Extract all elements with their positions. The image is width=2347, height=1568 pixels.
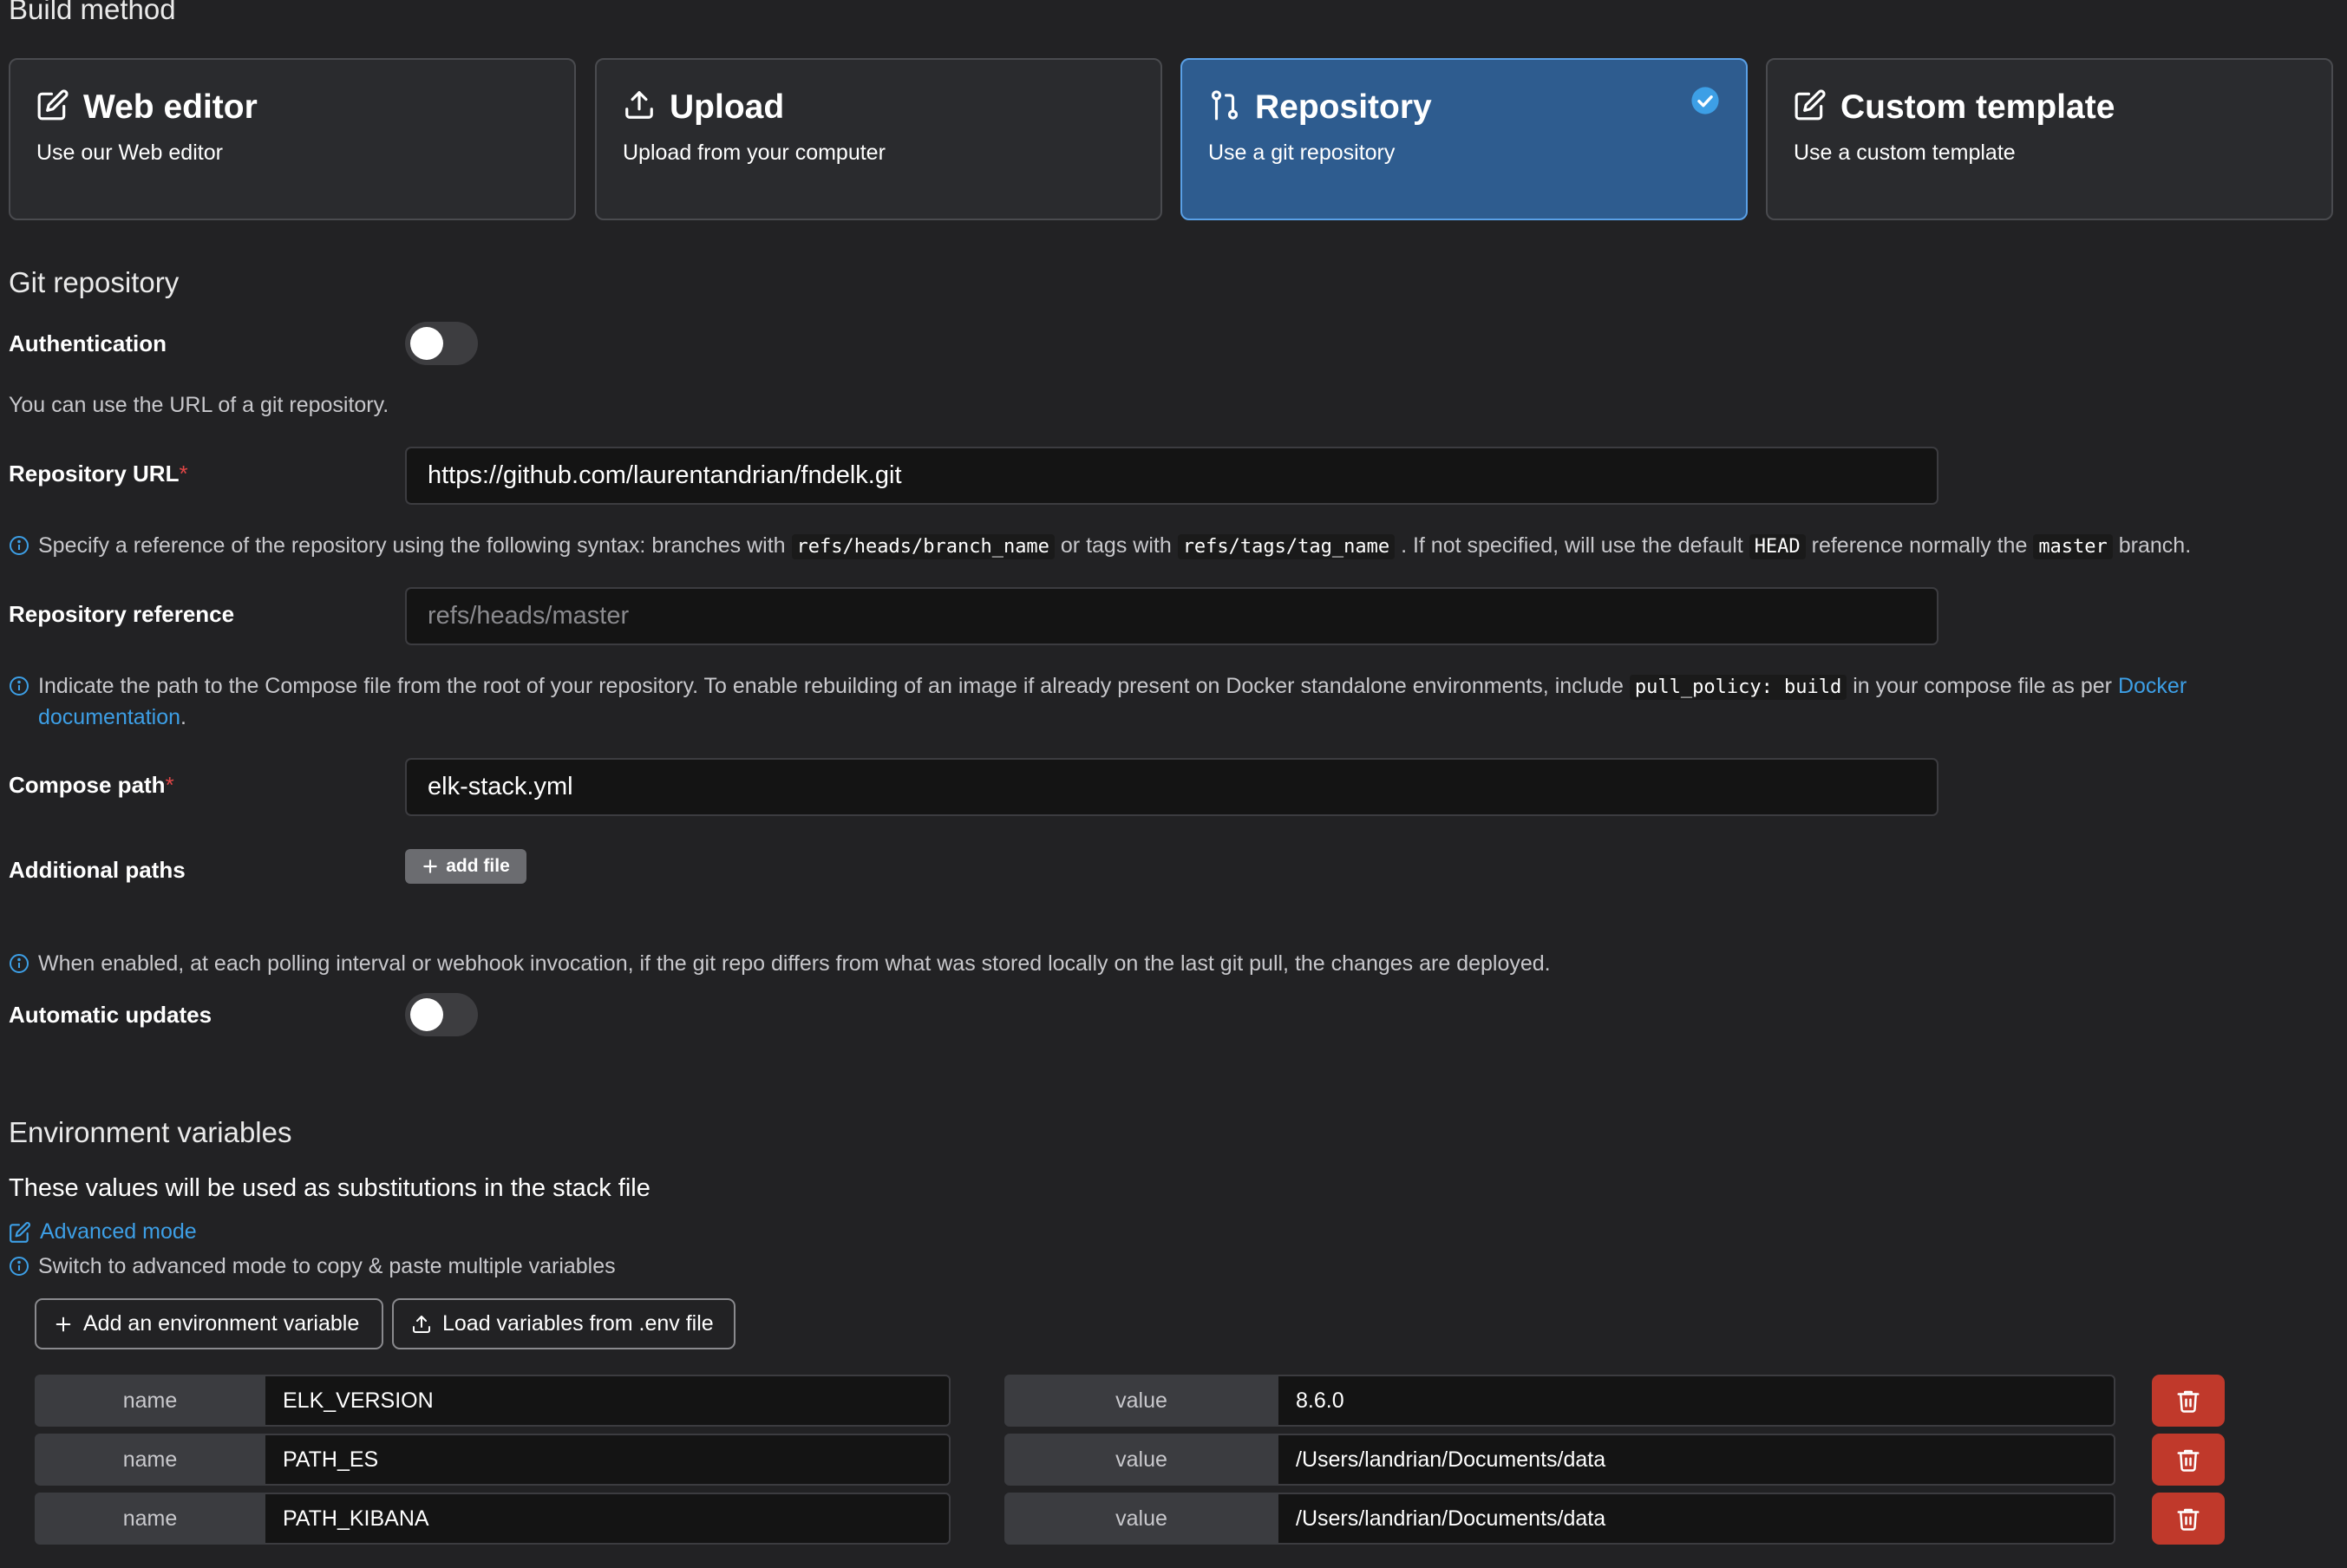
card-title: Custom template bbox=[1840, 88, 2115, 126]
env-name-input[interactable]: ELK_VERSION bbox=[265, 1375, 951, 1427]
advanced-mode-label: Advanced mode bbox=[40, 1219, 197, 1244]
plus-icon bbox=[56, 1316, 71, 1331]
env-value-input[interactable]: /Users/landrian/Documents/data bbox=[1278, 1434, 2115, 1486]
env-value-input[interactable]: 8.6.0 bbox=[1278, 1375, 2115, 1427]
env-value-input[interactable]: /Users/landrian/Documents/data bbox=[1278, 1493, 2115, 1545]
load-env-file-button[interactable]: Load variables from .env file bbox=[392, 1298, 735, 1349]
info-icon bbox=[10, 536, 29, 555]
card-description: Use a custom template bbox=[1794, 140, 2016, 165]
build-method-upload[interactable]: Upload Upload from your computer bbox=[595, 58, 1162, 220]
repository-url-hint: You can use the URL of a git repository. bbox=[9, 393, 389, 417]
additional-paths-label: Additional paths bbox=[9, 857, 186, 883]
env-value-label: value bbox=[1004, 1375, 1278, 1427]
add-environment-variable-button[interactable]: Add an environment variable bbox=[35, 1298, 383, 1349]
required-marker: * bbox=[165, 772, 174, 798]
advanced-mode-hint: Switch to advanced mode to copy & paste … bbox=[9, 1251, 616, 1281]
authentication-toggle[interactable] bbox=[405, 322, 478, 365]
env-name-input[interactable]: PATH_ES bbox=[265, 1434, 951, 1486]
env-value-label: value bbox=[1004, 1434, 1278, 1486]
edit-icon bbox=[10, 1221, 30, 1243]
info-icon bbox=[10, 1257, 29, 1276]
required-marker: * bbox=[179, 461, 188, 487]
load-env-label: Load variables from .env file bbox=[442, 1311, 714, 1336]
repository-url-label: Repository URL* bbox=[9, 461, 188, 487]
add-variable-label: Add an environment variable bbox=[83, 1311, 360, 1336]
git-pull-request-icon bbox=[1211, 90, 1239, 121]
card-title: Repository bbox=[1255, 88, 1432, 126]
plus-icon bbox=[423, 859, 437, 873]
add-file-button[interactable]: add file bbox=[405, 849, 526, 884]
toggle-knob bbox=[410, 998, 443, 1031]
toggle-knob bbox=[410, 327, 443, 360]
delete-variable-button[interactable] bbox=[2152, 1493, 2225, 1545]
env-name-label: name bbox=[35, 1493, 265, 1545]
info-icon bbox=[10, 954, 29, 973]
trash-icon bbox=[2177, 1508, 2200, 1531]
upload-icon bbox=[625, 91, 653, 119]
automatic-updates-label: Automatic updates bbox=[9, 1002, 212, 1028]
env-variable-row: name PATH_ES value /Users/landrian/Docum… bbox=[35, 1434, 2225, 1486]
trash-icon bbox=[2177, 1390, 2200, 1413]
card-description: Upload from your computer bbox=[623, 140, 886, 165]
compose-path-input[interactable] bbox=[405, 758, 1938, 816]
advanced-mode-link[interactable]: Advanced mode bbox=[9, 1219, 197, 1245]
build-method-repository[interactable]: Repository Use a git repository bbox=[1180, 58, 1748, 220]
check-circle-icon bbox=[1691, 87, 1719, 114]
env-variable-row: name ELK_VERSION value 8.6.0 bbox=[35, 1375, 2225, 1427]
build-method-custom-template[interactable]: Custom template Use a custom template bbox=[1766, 58, 2333, 220]
env-name-input[interactable]: PATH_KIBANA bbox=[265, 1493, 951, 1545]
env-name-label: name bbox=[35, 1434, 265, 1486]
repository-reference-input[interactable] bbox=[405, 587, 1938, 645]
environment-variables-title: Environment variables bbox=[9, 1116, 292, 1148]
compose-path-label: Compose path* bbox=[9, 772, 174, 798]
trash-icon bbox=[2177, 1449, 2200, 1472]
env-variable-row: name PATH_KIBANA value /Users/landrian/D… bbox=[35, 1493, 2225, 1545]
environment-subtitle: These values will be used as substitutio… bbox=[9, 1174, 650, 1202]
env-value-label: value bbox=[1004, 1493, 1278, 1545]
card-title: Upload bbox=[670, 88, 785, 126]
automatic-updates-help: When enabled, at each polling interval o… bbox=[9, 949, 1551, 978]
upload-icon bbox=[413, 1315, 430, 1333]
info-icon bbox=[10, 676, 29, 696]
repository-reference-help: Specify a reference of the repository us… bbox=[9, 531, 2298, 562]
authentication-label: Authentication bbox=[9, 330, 167, 356]
add-file-label: add file bbox=[446, 856, 510, 876]
env-name-label: name bbox=[35, 1375, 265, 1427]
git-repository-title: Git repository bbox=[9, 266, 180, 298]
build-method-title: Build method bbox=[9, 0, 176, 25]
repository-reference-label: Repository reference bbox=[9, 601, 235, 627]
delete-variable-button[interactable] bbox=[2152, 1434, 2225, 1486]
card-title: Web editor bbox=[83, 88, 258, 126]
automatic-updates-toggle[interactable] bbox=[405, 993, 478, 1036]
repository-url-input[interactable] bbox=[405, 447, 1938, 505]
edit-icon bbox=[37, 89, 69, 121]
card-description: Use a git repository bbox=[1208, 140, 1396, 165]
card-description: Use our Web editor bbox=[36, 140, 223, 165]
build-method-web-editor[interactable]: Web editor Use our Web editor bbox=[9, 58, 576, 220]
edit-icon bbox=[1795, 89, 1826, 121]
delete-variable-button[interactable] bbox=[2152, 1375, 2225, 1427]
compose-path-help: Indicate the path to the Compose file fr… bbox=[9, 671, 2281, 732]
